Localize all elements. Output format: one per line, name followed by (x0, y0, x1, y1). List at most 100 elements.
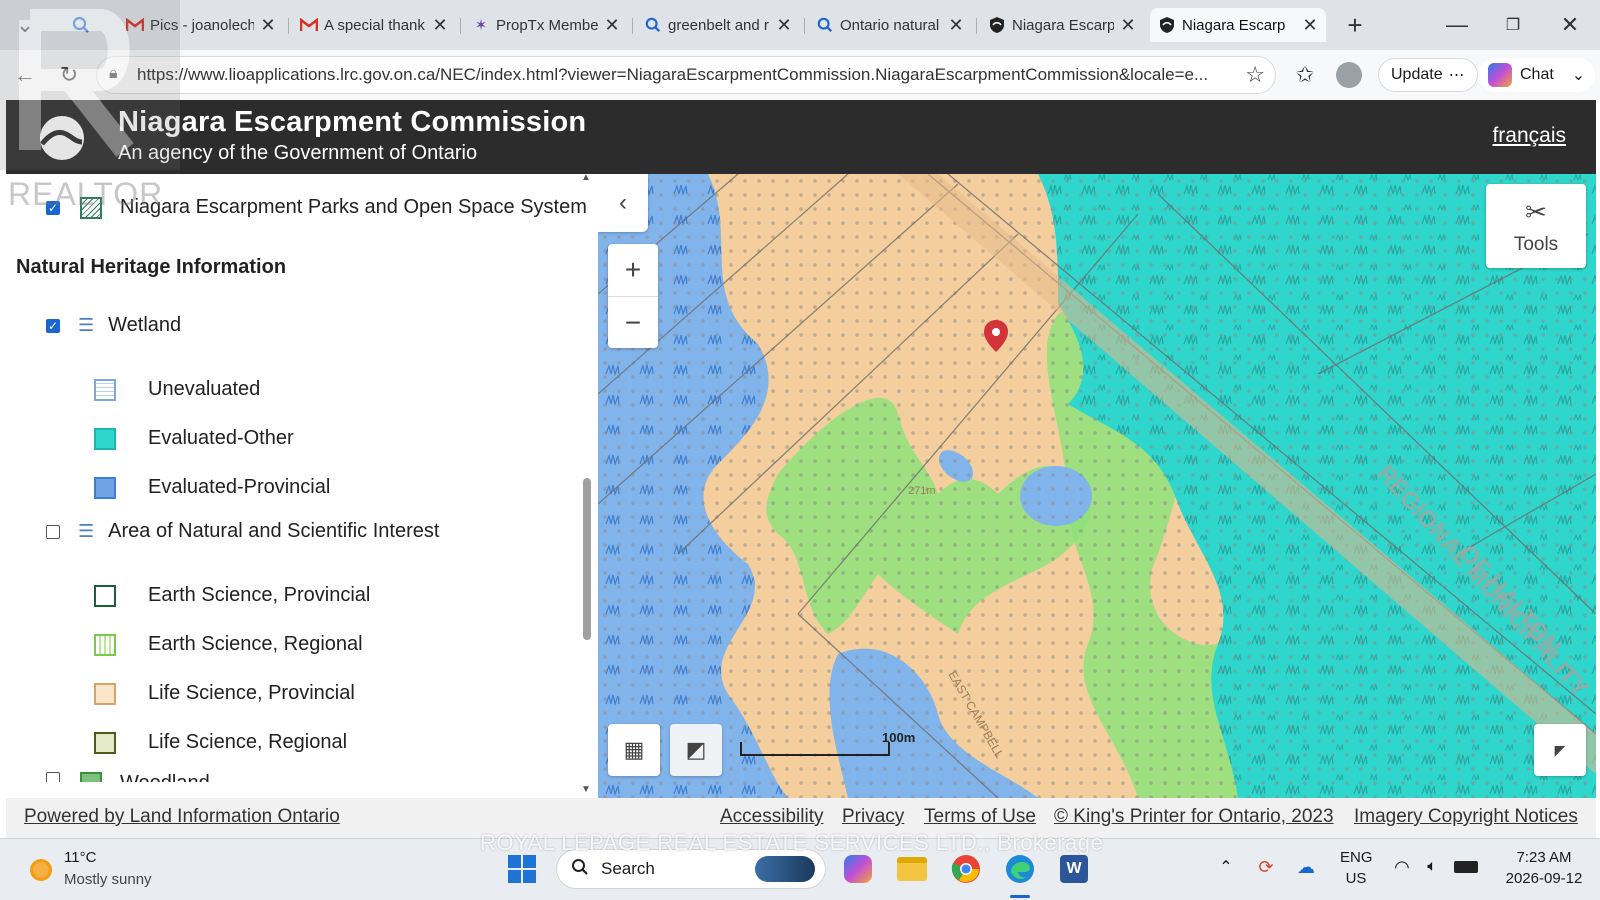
file-explorer-icon[interactable] (896, 853, 928, 885)
sync-icon[interactable]: ⟳ (1254, 855, 1278, 879)
windows-start-icon[interactable] (506, 853, 538, 885)
close-tab-icon[interactable]: ✕ (432, 15, 448, 36)
privacy-link[interactable]: Privacy (842, 806, 904, 828)
tools-button[interactable]: ✂︎ Tools (1486, 184, 1586, 268)
back-icon[interactable]: ← (10, 60, 40, 90)
weather-sun-icon[interactable] (26, 853, 58, 885)
map-view[interactable]: REGIONAL MUNICIPALITY OF HALTON 271m EAS… (598, 174, 1596, 798)
basemap-toggle-topo-icon[interactable]: ▦ (608, 724, 660, 776)
layer-checkbox[interactable] (46, 524, 60, 539)
layer-wetland[interactable]: ✓ ☰ Wetland (46, 314, 181, 337)
volume-icon[interactable]: 🔈︎ (1420, 855, 1444, 879)
tab-list-chevron-icon[interactable]: ⌄ (10, 10, 40, 40)
scale-bar-label: 100m (882, 730, 916, 745)
legend-list-icon: ☰ (78, 521, 95, 541)
tab-proptx[interactable]: ✶ PropTx Membe ✕ (464, 8, 628, 42)
tab-title: Niagara Escarp (1182, 16, 1286, 34)
earth-provincial-swatch (94, 584, 116, 607)
search-label: Search (601, 859, 655, 878)
search-icon (644, 16, 662, 34)
wrench-screwdriver-icon: ✂︎ (1525, 196, 1547, 227)
basemap-toggle-imagery-icon[interactable]: ◩ (670, 724, 722, 776)
close-tab-icon[interactable]: ✕ (776, 15, 792, 36)
address-bar[interactable]: 🔒︎ https://www.lioapplications.lrc.gov.o… (96, 56, 1276, 94)
tab-title: PropTx Membe (496, 16, 598, 34)
restore-icon[interactable]: ❐ (1498, 10, 1528, 40)
copilot-taskbar-icon[interactable] (842, 853, 874, 885)
new-tab-icon[interactable]: + (1340, 10, 1370, 40)
search-icon (816, 16, 834, 34)
legend-label: Unevaluated (148, 378, 261, 400)
refresh-icon[interactable]: ↻ (54, 60, 84, 90)
scroll-down-arrow-icon[interactable]: ▼ (581, 784, 591, 795)
battery-icon[interactable] (1452, 855, 1480, 879)
copilot-chat-button[interactable]: Chat ⌄ (1478, 58, 1596, 92)
legend-item-life-science-provincial: Life Science, Provincial (94, 682, 355, 705)
layer-checkbox[interactable]: ✓ (46, 200, 60, 215)
layer-ansi[interactable]: ☰ Area of Natural and Scientific Interes… (46, 520, 439, 543)
word-icon[interactable]: W (1058, 853, 1090, 885)
copyright-link[interactable]: © King's Printer for Ontario, 2023 (1054, 806, 1334, 828)
active-app-indicator (1010, 895, 1030, 898)
minimize-icon[interactable]: — (1442, 10, 1472, 40)
layer-list-panel: ✓ Niagara Escarpment Parks and Open Spac… (6, 174, 598, 798)
close-tab-icon[interactable]: ✕ (1302, 15, 1318, 36)
tab-niagara-escarpment[interactable]: Niagara Escarp ✕ (980, 8, 1144, 42)
powered-by-link[interactable]: Powered by Land Information Ontario (24, 806, 340, 828)
tab-title: greenbelt and r (668, 16, 769, 34)
close-tab-icon[interactable]: ✕ (604, 15, 620, 36)
show-hidden-icons-chevron-icon[interactable]: ⌃ (1214, 855, 1238, 879)
shield-icon (1158, 16, 1176, 34)
cloud-icon[interactable]: ☁︎ (1294, 855, 1318, 879)
scrollbar-thumb[interactable] (583, 478, 591, 640)
zoom-out-icon[interactable]: − (608, 296, 658, 348)
earth-regional-swatch (94, 633, 116, 656)
update-button[interactable]: Update ⋯ (1378, 58, 1478, 92)
close-tab-icon[interactable]: ✕ (1120, 15, 1136, 36)
chrome-icon[interactable] (950, 853, 982, 885)
close-tab-icon[interactable]: ✕ (948, 15, 964, 36)
layer-checkbox[interactable]: ✓ (46, 318, 60, 333)
favorite-star-icon[interactable]: ☆ (1239, 62, 1265, 88)
tab-pics-gmail[interactable]: Pics - joanolech ✕ (118, 8, 284, 42)
language-link[interactable]: français (1492, 124, 1566, 148)
tab-ontario-natural-search[interactable]: Ontario natural ✕ (808, 8, 972, 42)
tab-greenbelt-search[interactable]: greenbelt and r ✕ (636, 8, 800, 42)
tab-title: Niagara Escarp (1012, 16, 1114, 34)
weather-condition: Mostly sunny (64, 871, 152, 888)
zoom-in-icon[interactable]: + (625, 244, 641, 296)
site-header: Niagara Escarpment Commission An agency … (6, 100, 1596, 174)
close-tab-icon[interactable]: ✕ (260, 15, 276, 36)
close-window-icon[interactable]: ✕ (1555, 10, 1585, 40)
clock-date[interactable]: 2026-09-12 (1496, 870, 1592, 887)
scroll-up-arrow-icon[interactable]: ▲ (581, 172, 591, 183)
clock-time[interactable]: 7:23 AM (1496, 849, 1592, 866)
site-subtitle: An agency of the Government of Ontario (118, 142, 478, 164)
layer-checkbox[interactable] (46, 772, 60, 782)
legend-item-life-science-regional: Life Science, Regional (94, 731, 347, 754)
collapse-panel-chevron-icon[interactable]: ‹ (598, 174, 648, 232)
language-indicator[interactable]: ENG (1340, 849, 1373, 866)
layer-parks-open-space[interactable]: ✓ Niagara Escarpment Parks and Open Spac… (46, 196, 587, 219)
tab-special-thank-gmail[interactable]: A special thank ✕ (292, 8, 456, 42)
terms-link[interactable]: Terms of Use (924, 806, 1036, 828)
edge-icon[interactable] (1004, 853, 1036, 885)
wifi-icon[interactable]: ◠ (1390, 855, 1414, 879)
keyboard-region[interactable]: US (1340, 870, 1372, 887)
accessibility-link[interactable]: Accessibility (720, 806, 823, 828)
legend-item-evaluated-provincial: Evaluated-Provincial (94, 476, 330, 499)
search-icon (571, 858, 589, 881)
layer-woodland-partial[interactable]: Woodland (46, 772, 210, 782)
imagery-copyright-link[interactable]: Imagery Copyright Notices (1354, 806, 1578, 828)
tab-niagara-escarpment-active[interactable]: Niagara Escarp ✕ (1150, 8, 1326, 42)
legend-label: Earth Science, Provincial (148, 584, 371, 606)
shield-icon (988, 16, 1006, 34)
legend-item-evaluated-other: Evaluated-Other (94, 427, 294, 450)
overview-map-toggle-icon[interactable]: ◤ (1534, 724, 1586, 776)
favorites-icon[interactable]: ✩ (1290, 60, 1320, 90)
legend-label: Life Science, Regional (148, 731, 348, 753)
proptx-icon: ✶ (474, 17, 488, 34)
evaluated-other-swatch (94, 427, 116, 450)
profile-avatar-icon[interactable] (1334, 60, 1364, 90)
tab-search-icon[interactable] (66, 10, 96, 40)
